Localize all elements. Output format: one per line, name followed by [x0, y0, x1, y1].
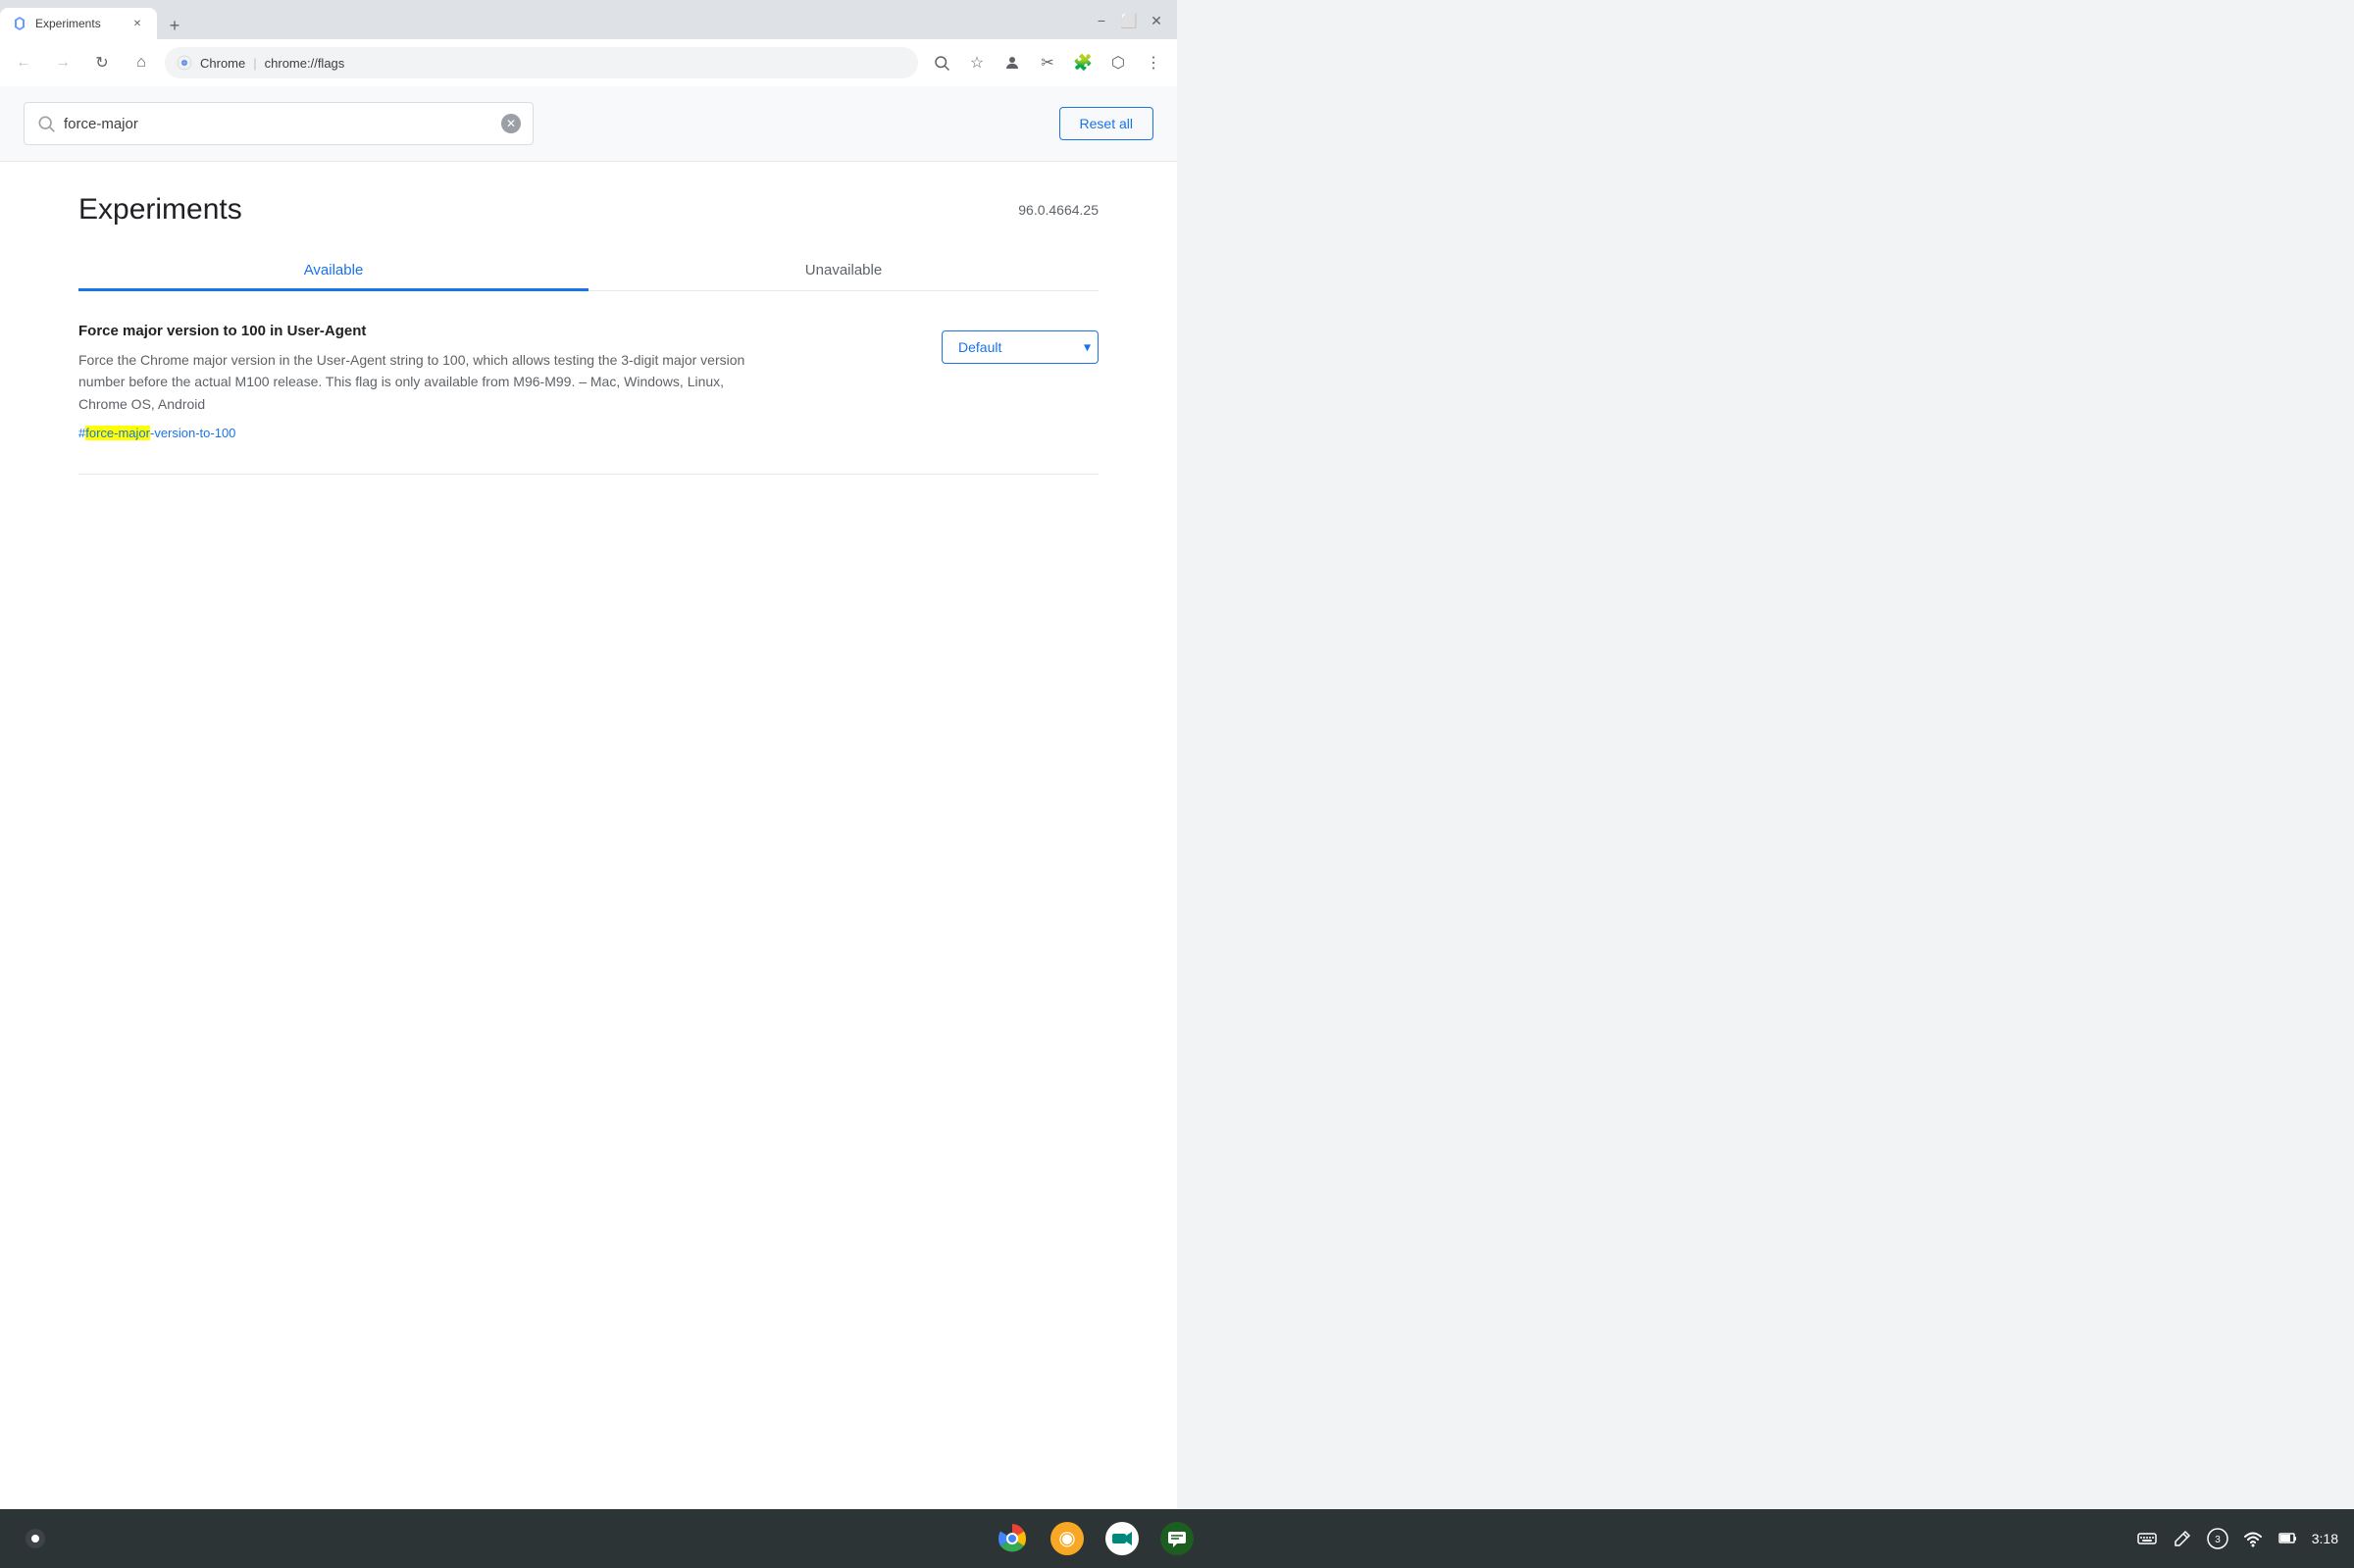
taskbar-app-messages[interactable]	[1155, 1517, 1199, 1560]
taskbar-app-chrome[interactable]	[991, 1517, 1034, 1560]
tab-close-button[interactable]: ✕	[129, 16, 145, 31]
tab-title: Experiments	[35, 17, 122, 30]
search-box: ✕	[24, 102, 534, 145]
flag-default-select[interactable]: Default Enabled Disabled	[942, 330, 1099, 364]
tab-unavailable[interactable]: Unavailable	[588, 250, 1099, 290]
extensions-icon[interactable]: 🧩	[1067, 47, 1099, 78]
omnibox[interactable]: Chrome | chrome://flags	[165, 47, 918, 78]
flag-title: Force major version to 100 in User-Agent	[78, 323, 918, 339]
svg-text:3: 3	[2215, 1535, 2221, 1545]
taskbar-time: 3:18	[2312, 1531, 2338, 1546]
bookmark-icon[interactable]: ☆	[961, 47, 993, 78]
page-title: Experiments	[78, 193, 242, 227]
taskbar-right: 3 3:18	[2135, 1527, 2338, 1550]
flags-search-bar: ✕ Reset all	[0, 86, 1177, 162]
svg-text:◉: ◉	[1059, 1528, 1076, 1549]
maximize-button[interactable]: ⬜	[1116, 8, 1142, 33]
flag-link-highlighted: force-major	[85, 426, 150, 440]
flag-select-container: Default Enabled Disabled ▾	[942, 330, 1099, 364]
window-controls: − ⬜ ✕	[1089, 8, 1177, 39]
omnibox-url: chrome://flags	[265, 56, 345, 71]
profile-icon[interactable]	[997, 47, 1028, 78]
flag-anchor-link[interactable]: #force-major-version-to-100	[78, 426, 235, 440]
battery-number-icon: 3	[2206, 1527, 2229, 1550]
taskbar: ◉	[0, 1509, 2354, 1568]
omnibox-favicon	[177, 55, 192, 71]
back-button[interactable]: ←	[8, 47, 39, 78]
scissors-icon[interactable]: ✂	[1032, 47, 1063, 78]
taskbar-center: ◉	[55, 1517, 2135, 1560]
flag-select-wrapper: Default Enabled Disabled ▾	[942, 330, 1099, 364]
taskbar-left	[16, 1519, 55, 1558]
main-content: Experiments 96.0.4664.25 Available Unava…	[0, 162, 1177, 475]
close-button[interactable]: ✕	[1144, 8, 1169, 33]
toolbar-icons: ☆ ✂ 🧩 ⬡ ⋮	[926, 47, 1169, 78]
home-button[interactable]: ⌂	[126, 47, 157, 78]
reset-all-button[interactable]: Reset all	[1059, 107, 1153, 140]
flag-link-suffix: -version-to-100	[150, 426, 235, 440]
battery-status-icon	[2277, 1527, 2300, 1550]
cast-icon[interactable]: ⬡	[1102, 47, 1134, 78]
flag-description: Force the Chrome major version in the Us…	[78, 349, 745, 415]
tab-bar: Experiments ✕ + − ⬜ ✕	[0, 0, 1177, 39]
taskbar-app-meet[interactable]	[1100, 1517, 1144, 1560]
page-title-row: Experiments 96.0.4664.25	[78, 162, 1099, 250]
new-tab-button[interactable]: +	[161, 12, 188, 39]
keyboard-status-icon[interactable]	[2135, 1527, 2159, 1550]
search-toolbar-icon[interactable]	[926, 47, 957, 78]
forward-button[interactable]: →	[47, 47, 78, 78]
wifi-status-icon	[2241, 1527, 2265, 1550]
search-clear-button[interactable]: ✕	[501, 114, 521, 133]
flags-search-input[interactable]	[64, 116, 493, 132]
omnibox-origin: Chrome	[200, 56, 245, 71]
pen-status-icon[interactable]	[2171, 1527, 2194, 1550]
version-text: 96.0.4664.25	[1018, 202, 1099, 218]
search-icon	[36, 114, 56, 133]
taskbar-app-files[interactable]: ◉	[1046, 1517, 1089, 1560]
taskbar-notification-icon[interactable]	[16, 1519, 55, 1558]
flag-info: Force major version to 100 in User-Agent…	[78, 323, 918, 442]
tab-favicon	[12, 16, 27, 31]
page-content: ✕ Reset all Experiments 96.0.4664.25 Ava…	[0, 86, 1177, 1509]
tab-available[interactable]: Available	[78, 250, 588, 290]
omnibox-separator: |	[253, 56, 256, 71]
menu-icon[interactable]: ⋮	[1138, 47, 1169, 78]
minimize-button[interactable]: −	[1089, 8, 1114, 33]
tabs-row: Available Unavailable	[78, 250, 1099, 291]
address-bar: ← → ↻ ⌂ Chrome | chrome://flags ☆	[0, 39, 1177, 86]
reload-button[interactable]: ↻	[86, 47, 118, 78]
browser-frame: Experiments ✕ + − ⬜ ✕ ← → ↻ ⌂ Chrome | c…	[0, 0, 1177, 86]
flag-item: Force major version to 100 in User-Agent…	[78, 291, 1099, 475]
active-tab[interactable]: Experiments ✕	[0, 8, 157, 39]
